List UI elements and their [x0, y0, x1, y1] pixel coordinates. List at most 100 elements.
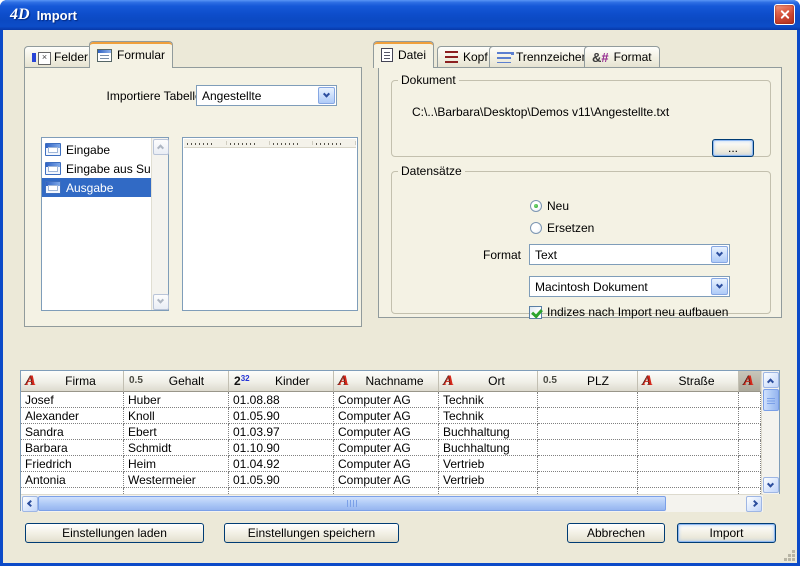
table-cell: Buchhaltung: [439, 440, 538, 456]
table-cell: Vertrieb: [439, 472, 538, 488]
form-list-item[interactable]: Eingabe aus Sub: [42, 159, 151, 178]
scroll-down-icon[interactable]: [763, 477, 779, 493]
close-icon: [779, 9, 790, 20]
document-icon: [381, 48, 393, 62]
table-cell: Technik: [439, 408, 538, 424]
chevron-down-icon[interactable]: [318, 87, 335, 104]
document-group: Dokument C:\..\Barbara\Desktop\Demos v11…: [391, 73, 771, 157]
radio-neu[interactable]: Neu: [530, 199, 569, 213]
column-header-stra-e[interactable]: AStraße: [638, 371, 739, 392]
scroll-up-icon[interactable]: [153, 139, 169, 155]
format-select[interactable]: Text: [529, 244, 730, 265]
tab-felder[interactable]: Felder: [24, 46, 96, 67]
table-cell: [538, 440, 638, 456]
vertical-scroll-thumb[interactable]: [763, 389, 779, 411]
preview-table: AFirma0.5Gehalt232KinderANachnameAOrt0.5…: [20, 370, 780, 511]
table-cell: [638, 456, 739, 472]
document-type-select[interactable]: Macintosh Dokument: [529, 276, 730, 297]
form-list-item-label: Ausgabe: [66, 181, 113, 195]
table-cell: Barbara: [21, 440, 124, 456]
tab-label: Formular: [117, 48, 165, 62]
resize-grip[interactable]: [783, 549, 796, 562]
table-horizontal-scrollbar[interactable]: [21, 494, 763, 512]
import-dialog: 4D Import Felder Formular Importiere Tab…: [0, 0, 800, 566]
chevron-down-icon[interactable]: [711, 278, 728, 295]
radio-label: Ersetzen: [547, 221, 594, 235]
form-window-icon: [45, 181, 61, 194]
form-list-item[interactable]: Ausgabe: [42, 178, 151, 197]
radio-unselected-icon: [530, 222, 542, 234]
column-header-kinder[interactable]: 232Kinder: [229, 371, 334, 392]
table-row: SandraEbert01.03.97Computer AGBuchhaltun…: [21, 424, 761, 440]
column-header-nachname[interactable]: A Nachname: [334, 371, 439, 392]
real-type-icon: 0.5: [543, 376, 557, 386]
column-header-plz[interactable]: 0.5 PLZ: [538, 371, 638, 392]
column-header-gehalt[interactable]: 0.5Gehalt: [124, 371, 229, 392]
field-icon: [32, 52, 49, 63]
table-cell: [638, 408, 739, 424]
tab-format[interactable]: Format: [584, 46, 660, 67]
radio-label: Neu: [547, 199, 569, 213]
column-header-label: PLZ: [561, 374, 635, 388]
tab-formular[interactable]: Formular: [89, 41, 173, 68]
alpha-type-icon: A: [339, 374, 349, 389]
import-table-select[interactable]: Angestellte: [196, 85, 337, 106]
import-button[interactable]: Import: [677, 523, 776, 543]
form-list-item-label: Eingabe aus Sub: [66, 162, 151, 176]
title-bar[interactable]: 4D Import: [0, 0, 800, 30]
table-cell: Computer AG: [334, 456, 439, 472]
table-cell: [739, 392, 761, 408]
table-cell: [538, 456, 638, 472]
radio-ersetzen[interactable]: Ersetzen: [530, 221, 594, 235]
save-settings-button[interactable]: Einstellungen speichern: [224, 523, 399, 543]
table-cell: [538, 424, 638, 440]
tab-trennzeichen[interactable]: Trennzeichen: [489, 46, 596, 67]
table-row: FriedrichHeim01.04.92Computer AGVertrieb: [21, 456, 761, 472]
table-cell: Friedrich: [21, 456, 124, 472]
tab-datei[interactable]: Datei: [373, 41, 434, 68]
column-header-ort[interactable]: AOrt: [439, 371, 538, 392]
cancel-button[interactable]: Abbrechen: [567, 523, 665, 543]
scroll-up-icon[interactable]: [763, 372, 779, 388]
form-preview-header: [184, 139, 356, 148]
alpha-type-icon: A: [744, 374, 754, 389]
horizontal-scroll-thumb[interactable]: [38, 496, 666, 511]
form-list-scrollbar[interactable]: [151, 138, 168, 310]
alpha-type-icon: A: [643, 374, 653, 389]
chevron-down-icon[interactable]: [711, 246, 728, 263]
table-cell: [538, 392, 638, 408]
checkbox-label: Indizes nach Import neu aufbauen: [547, 305, 728, 319]
table-cell: Vertrieb: [439, 456, 538, 472]
datei-tab-page: Dokument C:\..\Barbara\Desktop\Demos v11…: [378, 67, 782, 318]
scroll-down-icon[interactable]: [153, 294, 169, 310]
rebuild-indexes-checkbox[interactable]: Indizes nach Import neu aufbauen: [529, 305, 728, 319]
column-header-v[interactable]: AV: [739, 371, 761, 392]
format-label: Format: [432, 248, 521, 262]
records-group: Datensätze Neu Ersetzen Format Text Maci…: [391, 164, 771, 314]
load-settings-button[interactable]: Einstellungen laden: [25, 523, 204, 543]
4d-logo-icon: 4D: [10, 6, 30, 24]
table-row: BarbaraSchmidt01.10.90Computer AGBuchhal…: [21, 440, 761, 456]
delimiter-lines-icon: [497, 52, 511, 63]
table-cell: [638, 472, 739, 488]
column-header-label: Nachname: [353, 374, 436, 388]
form-window-icon: [45, 162, 61, 175]
table-cell: Computer AG: [334, 392, 439, 408]
table-vertical-scrollbar[interactable]: [761, 371, 779, 494]
tab-kopf[interactable]: Kopf: [437, 46, 496, 67]
import-table-value: Angestellte: [197, 89, 317, 103]
scroll-left-icon[interactable]: [22, 496, 38, 512]
scroll-right-icon[interactable]: [746, 496, 762, 512]
close-button[interactable]: [774, 4, 795, 25]
column-header-firma[interactable]: AFirma: [21, 371, 124, 392]
table-cell: Alexander: [21, 408, 124, 424]
table-cell: 01.05.90: [229, 472, 334, 488]
table-cell: Knoll: [124, 408, 229, 424]
table-cell: Westermeier: [124, 472, 229, 488]
form-list-item[interactable]: Eingabe: [42, 140, 151, 159]
table-cell: Sandra: [21, 424, 124, 440]
import-table-label: Importiere Tabelle:: [55, 89, 205, 103]
tab-label: Felder: [54, 50, 88, 64]
browse-button[interactable]: ...: [712, 139, 754, 157]
table-cell: Josef: [21, 392, 124, 408]
